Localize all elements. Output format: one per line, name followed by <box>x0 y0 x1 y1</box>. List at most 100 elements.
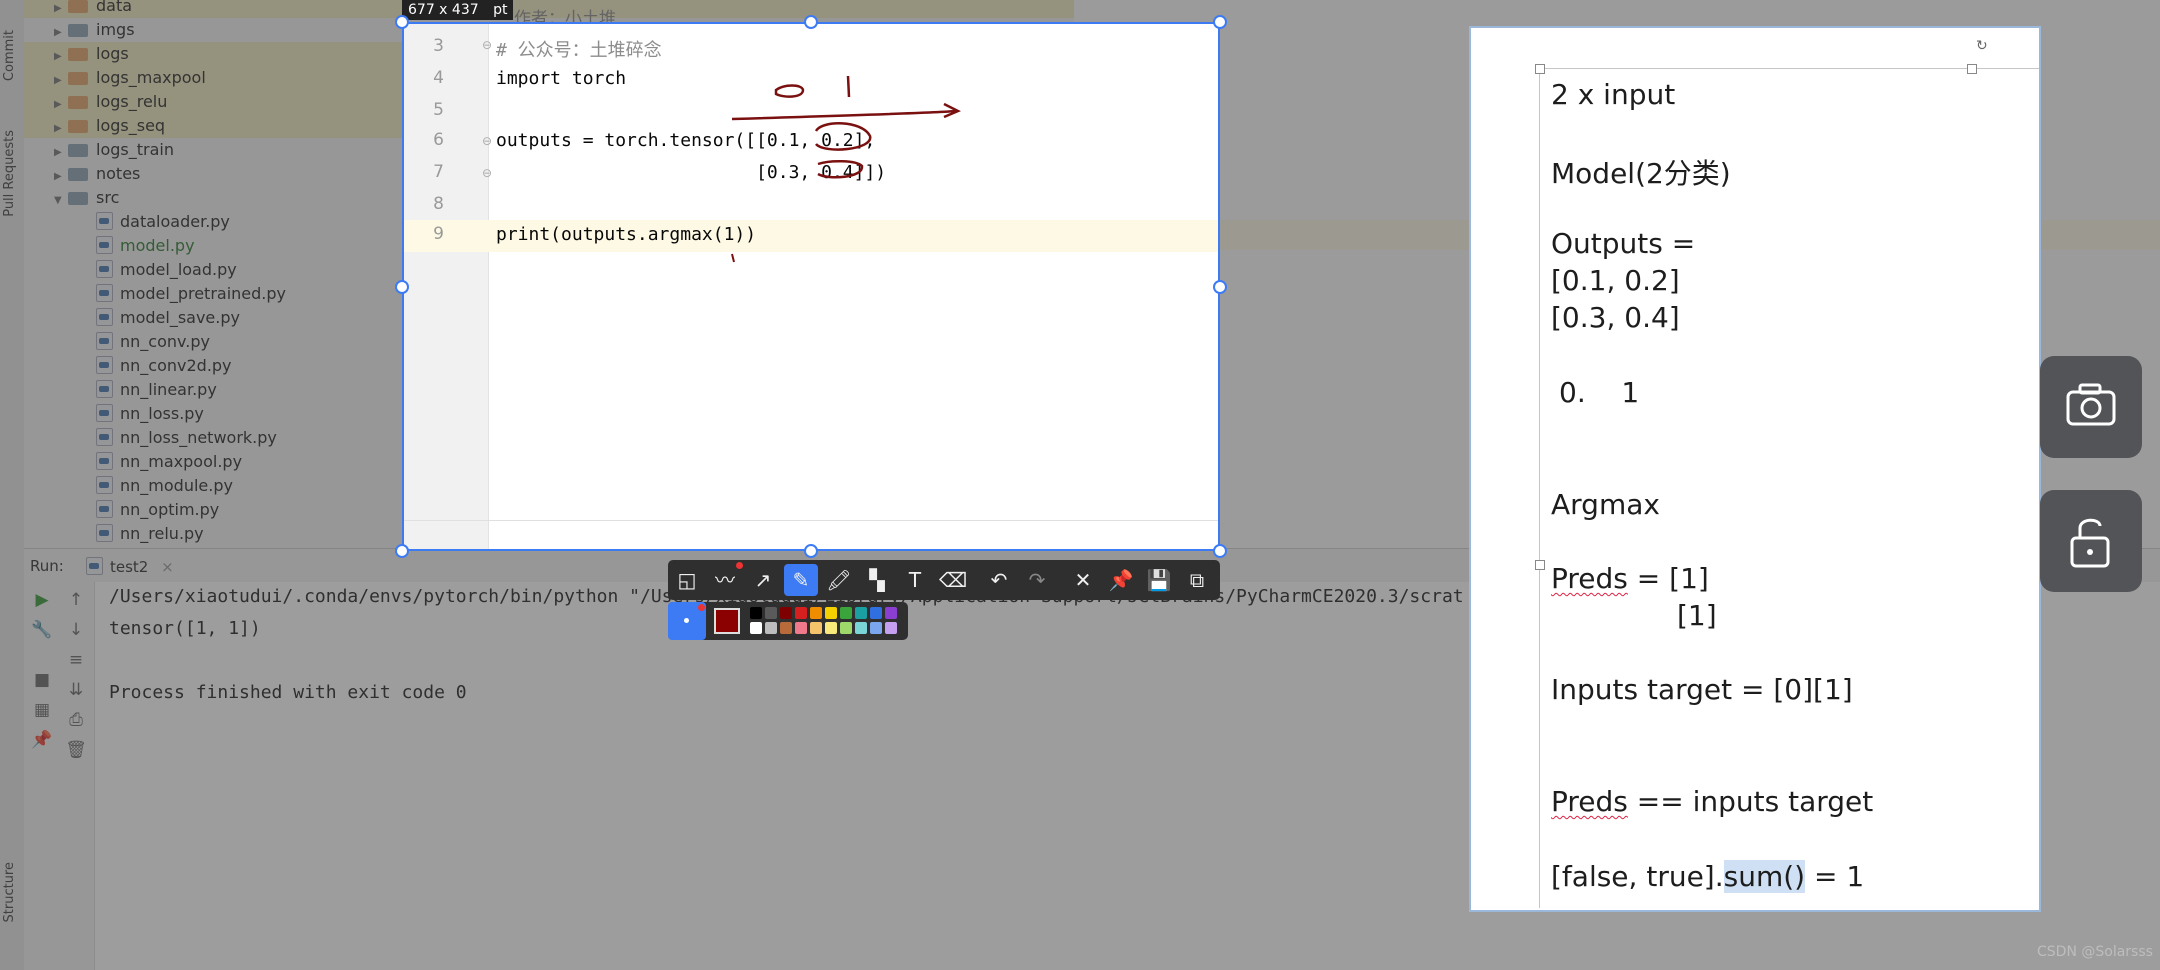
note-line: 0. 1 <box>1559 376 1640 409</box>
note-word: Preds <box>1551 785 1628 818</box>
color-swatch[interactable] <box>870 622 882 634</box>
folder-icon <box>68 72 88 85</box>
resize-handle[interactable] <box>1967 64 1977 74</box>
color-swatch[interactable] <box>780 622 792 634</box>
tree-folder[interactable]: ▶ logs_train <box>24 138 174 162</box>
undo-icon[interactable]: ↶ <box>982 564 1016 596</box>
run-tab-test2[interactable]: test2 × <box>86 557 174 576</box>
note-word: == inputs target <box>1627 785 1874 818</box>
resize-handle[interactable] <box>1213 15 1227 29</box>
pin-icon[interactable]: 📌 <box>28 728 56 752</box>
up-icon[interactable]: ↑ <box>62 588 90 612</box>
color-swatch[interactable] <box>855 607 867 619</box>
arrow-tool-icon[interactable]: ↗ <box>746 564 780 596</box>
structure-tab[interactable]: Structure <box>2 862 17 922</box>
unlock-button[interactable] <box>2040 490 2142 592</box>
color-swatch[interactable] <box>840 607 852 619</box>
tree-file[interactable]: model.py <box>96 234 195 258</box>
color-swatch[interactable] <box>795 622 807 634</box>
resize-handle[interactable] <box>1213 544 1227 558</box>
rotate-handle-icon[interactable]: ↻ <box>1976 38 1988 54</box>
color-swatch[interactable] <box>750 607 762 619</box>
resize-handle[interactable] <box>395 544 409 558</box>
tree-folder[interactable]: ▶ notes <box>24 162 140 186</box>
folder-icon <box>68 120 88 133</box>
ink-circle-04 <box>817 160 864 179</box>
close-icon[interactable]: ✕ <box>1066 564 1100 596</box>
tree-folder[interactable]: ▶ imgs <box>24 18 135 42</box>
color-swatch[interactable] <box>810 607 822 619</box>
color-swatch[interactable] <box>810 622 822 634</box>
tree-file[interactable]: nn_linear.py <box>96 378 217 402</box>
trash-icon[interactable]: 🗑 <box>62 738 90 762</box>
pull-requests-tab[interactable]: Pull Requests <box>2 130 17 217</box>
tree-file[interactable]: nn_optim.py <box>96 498 219 522</box>
wrench-icon[interactable]: 🔧 <box>28 618 56 642</box>
pin-icon[interactable]: 📌 <box>1104 564 1138 596</box>
unit-label: pt <box>493 2 508 18</box>
color-swatch[interactable] <box>840 622 852 634</box>
note-line: Model(2分类) <box>1551 157 1731 190</box>
tree-folder[interactable]: ▼ src <box>24 186 119 210</box>
ink-zero <box>774 84 805 98</box>
color-swatch[interactable] <box>780 607 792 619</box>
resize-handle[interactable] <box>1535 560 1545 570</box>
tree-file[interactable]: nn_maxpool.py <box>96 450 242 474</box>
color-swatch[interactable] <box>870 607 882 619</box>
ink-mark <box>731 253 735 263</box>
eraser-tool-icon[interactable]: ⌫ <box>936 564 970 596</box>
color-swatch[interactable] <box>765 622 777 634</box>
tree-file[interactable]: dataloader.py <box>96 210 230 234</box>
resize-handle[interactable] <box>1535 64 1545 74</box>
copy-icon[interactable]: ⧉ <box>1180 564 1214 596</box>
folder-icon <box>68 168 88 181</box>
color-swatch[interactable] <box>885 607 897 619</box>
close-tab-icon[interactable]: × <box>161 558 174 576</box>
print-icon[interactable]: ⎙ <box>62 708 90 732</box>
run-label: Run: <box>30 557 64 575</box>
color-swatch[interactable] <box>885 622 897 634</box>
annotation-toolbar: ◱ 〰 ↗ ✎ 🖍 ▚ T ⌫ ↶ ↷ ✕ 📌 💾 ⧉ <box>668 560 1220 600</box>
color-swatch[interactable] <box>795 607 807 619</box>
tree-file[interactable]: nn_loss.py <box>96 402 204 426</box>
resize-handle[interactable] <box>804 544 818 558</box>
python-file-icon <box>96 332 113 350</box>
tree-file[interactable]: model_load.py <box>96 258 237 282</box>
redo-icon[interactable]: ↷ <box>1020 564 1054 596</box>
rerun-icon[interactable]: ▶ <box>28 588 56 612</box>
color-swatch[interactable] <box>750 622 762 634</box>
save-icon[interactable]: 💾 <box>1142 564 1176 596</box>
resize-handle[interactable] <box>804 15 818 29</box>
stop-icon[interactable]: ■ <box>28 668 56 692</box>
tree-file[interactable]: nn_module.py <box>96 474 233 498</box>
note-line: [1] <box>1677 599 1717 632</box>
tree-file[interactable]: nn_relu.py <box>96 522 204 546</box>
pen-tool-icon[interactable]: ✎ <box>784 564 818 596</box>
folder-icon <box>68 96 88 109</box>
commit-tab[interactable]: Commit <box>2 30 17 81</box>
tree-file[interactable]: nn_loss_network.py <box>96 426 277 450</box>
down-icon[interactable]: ↓ <box>62 618 90 642</box>
scroll-to-end-icon[interactable]: ⇊ <box>62 678 90 702</box>
soft-wrap-icon[interactable]: ≡ <box>62 648 90 672</box>
color-swatch[interactable] <box>825 607 837 619</box>
text-tool-icon[interactable]: T <box>898 564 932 596</box>
polyline-tool-icon[interactable]: 〰 <box>708 564 742 596</box>
capture-selection[interactable]: 3 4 5 6 7 8 9 ⊖ ⊖ ⊖ # 公众号：土堆碎念 import to… <box>402 22 1220 551</box>
screenshot-button[interactable] <box>2040 356 2142 458</box>
resize-handle[interactable] <box>395 15 409 29</box>
current-color-swatch[interactable] <box>714 608 740 634</box>
color-swatch[interactable] <box>825 622 837 634</box>
color-swatch[interactable] <box>855 622 867 634</box>
color-swatch[interactable] <box>765 607 777 619</box>
layout-icon[interactable]: ▦ <box>28 698 56 722</box>
resize-handle[interactable] <box>1213 280 1227 294</box>
tree-file[interactable]: model_pretrained.py <box>96 282 286 306</box>
tree-file[interactable]: nn_conv2d.py <box>96 354 232 378</box>
highlighter-tool-icon[interactable]: 🖍 <box>822 564 856 596</box>
mosaic-tool-icon[interactable]: ▚ <box>860 564 894 596</box>
shape-tool-icon[interactable]: ◱ <box>670 564 704 596</box>
tree-file[interactable]: nn_conv.py <box>96 330 210 354</box>
resize-handle[interactable] <box>395 280 409 294</box>
tree-file[interactable]: model_save.py <box>96 306 240 330</box>
